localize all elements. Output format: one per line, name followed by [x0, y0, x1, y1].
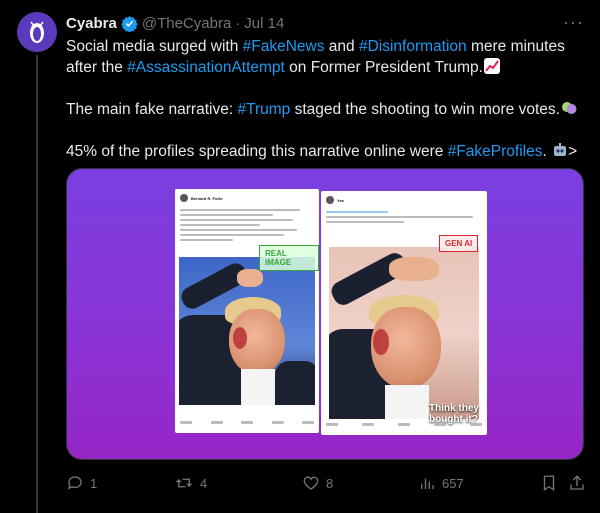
hashtag-fakenews[interactable]: #FakeNews [243, 38, 325, 55]
cyabra-owl-icon [30, 21, 44, 43]
retweet-count: 4 [200, 475, 208, 491]
gen-ai-tweet-card: Yes GEN AI Think they bought it? [321, 191, 487, 435]
text-segment: > [568, 143, 578, 160]
reply-icon [67, 476, 82, 490]
hashtag-trump[interactable]: #Trump [237, 101, 290, 118]
mini-avatar [180, 194, 188, 202]
text-segment: The main fake narrative: [66, 101, 238, 118]
tweet-text: Social media surged with #FakeNews and #… [66, 36, 586, 183]
share-button[interactable] [568, 474, 586, 492]
separator-dot: · [235, 14, 241, 32]
text-segment: staged the shooting to win more votes. [290, 101, 560, 118]
tweet-header: Cyabra @TheCyabra · Jul 14 ··· [66, 12, 584, 34]
views-button[interactable]: 657 [418, 474, 464, 492]
gen-ai-photo [329, 247, 479, 419]
text-segment: Social media surged with [66, 38, 243, 55]
author-handle[interactable]: @TheCyabra [142, 15, 231, 32]
bookmark-button[interactable] [540, 474, 558, 492]
reply-button[interactable]: 1 [66, 474, 97, 492]
tweet-media-image[interactable]: Bernard R. Forte REAL IMAGE Yes GEN AI T… [66, 168, 584, 460]
real-photo [179, 257, 315, 405]
mini-tweet-header: Bernard R. Forte [180, 194, 223, 202]
thread-line [36, 55, 38, 513]
caption-line-1: Think they [428, 403, 479, 414]
retweet-button[interactable]: 4 [174, 474, 207, 492]
text-segment: . [542, 143, 552, 160]
retweet-icon [176, 478, 192, 488]
mini-author-name: Yes [337, 197, 344, 203]
mini-tweet-text [326, 211, 481, 226]
tweet-date[interactable]: Jul 14 [244, 15, 284, 32]
reply-count: 1 [90, 475, 98, 491]
mini-tweet-actions [326, 418, 482, 430]
author-name[interactable]: Cyabra [66, 15, 117, 32]
tweet-actions-bar: 1 4 8 657 [66, 474, 586, 494]
mini-tweet-actions [180, 416, 314, 428]
real-image-badge: REAL IMAGE [259, 245, 319, 271]
more-options-button[interactable]: ··· [563, 12, 584, 33]
avatar[interactable] [17, 12, 57, 52]
mini-author-name: Bernard R. Forte [191, 195, 223, 201]
mini-tweet-text [180, 209, 313, 244]
mini-avatar [326, 196, 334, 204]
hashtag-disinformation[interactable]: #Disinformation [359, 38, 467, 55]
heart-icon [303, 476, 319, 490]
verified-badge-icon [121, 15, 138, 32]
tweet-paragraph-1: Social media surged with #FakeNews and #… [66, 36, 586, 78]
real-image-tweet-card: Bernard R. Forte REAL IMAGE [175, 189, 319, 433]
text-segment: and [324, 38, 359, 55]
share-icon [570, 475, 584, 490]
chart-increasing-emoji-icon [483, 58, 500, 74]
tweet-paragraph-2: The main fake narrative: #Trump staged t… [66, 99, 586, 120]
bookmark-icon [543, 475, 555, 492]
hashtag-fakeprofiles[interactable]: #FakeProfiles [448, 143, 543, 160]
gen-ai-badge: GEN AI [439, 235, 479, 252]
hashtag-assassinationattempt[interactable]: #AssassinationAttempt [127, 59, 285, 76]
theater-masks-emoji-icon [561, 100, 577, 116]
text-segment: 45% of the profiles spreading this narra… [66, 143, 448, 160]
text-segment: on Former President Trump. [284, 59, 483, 76]
views-count: 657 [442, 475, 464, 491]
tweet-paragraph-3: 45% of the profiles spreading this narra… [66, 141, 586, 162]
robot-emoji-icon [552, 142, 568, 158]
mini-tweet-header: Yes [326, 196, 344, 204]
like-count: 8 [326, 475, 334, 491]
views-chart-icon [421, 478, 434, 489]
like-button[interactable]: 8 [302, 474, 333, 492]
